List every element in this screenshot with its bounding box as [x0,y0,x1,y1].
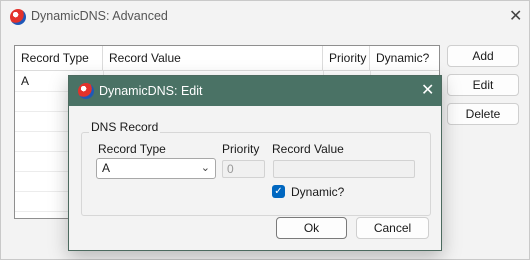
records-table-header: Record Type Record Value Priority Dynami… [15,46,439,71]
dynamic-checkbox-label[interactable]: Dynamic? [291,185,344,199]
advanced-window-close-icon[interactable]: ✕ [509,9,522,25]
column-header-priority[interactable]: Priority [323,46,370,71]
record-type-select[interactable]: A ⌄ [96,158,216,179]
dynamicdns-app-icon [10,9,26,25]
ok-button[interactable]: Ok [276,217,347,239]
record-type-selected-value: A [102,161,111,175]
edit-dialog: DynamicDNS: Edit ✕ DNS Record Record Typ… [68,75,442,251]
column-header-dynamic[interactable]: Dynamic? [370,46,439,71]
chevron-down-icon: ⌄ [200,162,210,174]
advanced-window-titlebar: DynamicDNS: Advanced ✕ [1,1,529,33]
record-value-field [273,160,415,178]
priority-label: Priority [222,142,260,156]
delete-button[interactable]: Delete [447,103,519,125]
priority-field: 0 [222,160,265,178]
column-header-record-value[interactable]: Record Value [103,46,323,71]
edit-dialog-close-icon[interactable]: ✕ [421,83,434,99]
record-type-label: Record Type [98,142,166,156]
edit-dialog-title: DynamicDNS: Edit [99,84,203,98]
dns-record-group-label: DNS Record [89,120,161,134]
add-button[interactable]: Add [447,45,519,67]
dynamic-checkbox[interactable]: ✓ [272,185,285,198]
cancel-button[interactable]: Cancel [356,217,429,239]
dynamicdns-app-icon [78,83,94,99]
column-header-record-type[interactable]: Record Type [15,46,103,71]
edit-button[interactable]: Edit [447,74,519,96]
record-value-label: Record Value [272,142,344,156]
checkmark-icon: ✓ [274,186,283,197]
advanced-window-title: DynamicDNS: Advanced [31,9,168,23]
edit-dialog-titlebar: DynamicDNS: Edit ✕ [69,76,441,106]
